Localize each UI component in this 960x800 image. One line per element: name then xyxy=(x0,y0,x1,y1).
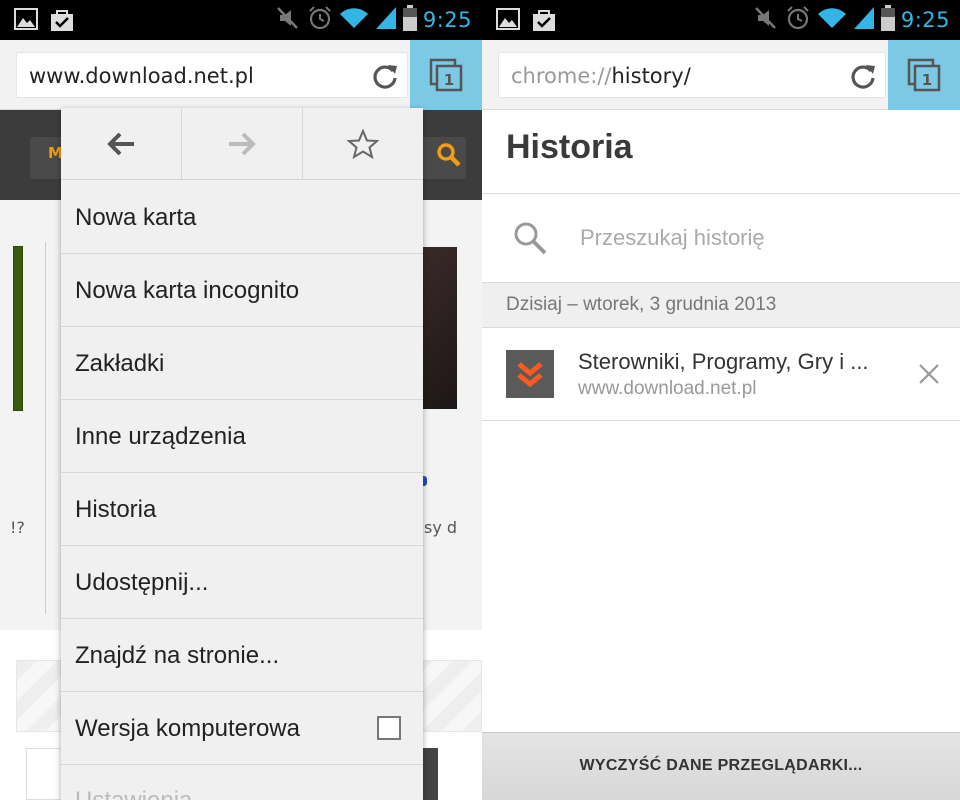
site-favicon xyxy=(506,350,554,398)
menu-item-bookmarks[interactable]: Zakładki xyxy=(61,327,423,400)
history-entry-url: www.download.net.pl xyxy=(578,378,757,399)
menu-item-label: Nowa karta xyxy=(75,204,197,231)
page-divider xyxy=(45,242,46,614)
tab-switcher-button[interactable]: 1 xyxy=(888,40,960,110)
history-entry[interactable]: Sterowniki, Programy, Gry i ... www.down… xyxy=(482,329,960,421)
menu-item-settings[interactable]: Ustawienia xyxy=(61,765,423,800)
omnibox-url[interactable]: chrome://history/ xyxy=(511,64,691,88)
alarm-icon xyxy=(785,5,811,35)
signal-icon xyxy=(853,6,875,34)
bookmark-star-button[interactable] xyxy=(303,108,423,179)
image-icon xyxy=(496,8,520,36)
menu-item-label: Historia xyxy=(75,496,157,523)
back-arrow-icon xyxy=(107,132,134,155)
omnibox-url[interactable]: www.download.net.pl xyxy=(29,64,254,88)
tab-switcher-icon: 1 xyxy=(429,58,463,92)
page-image-green xyxy=(13,246,23,411)
reload-icon[interactable] xyxy=(849,62,877,90)
forward-arrow-icon xyxy=(229,132,256,155)
image-icon xyxy=(14,8,38,36)
page-title: Historia xyxy=(506,128,633,166)
battery-icon xyxy=(402,5,417,35)
battery-icon xyxy=(880,5,895,35)
menu-item-label: Wersja komputerowa xyxy=(75,715,300,742)
tab-count: 1 xyxy=(444,71,454,89)
mute-icon xyxy=(275,5,301,35)
tab-switcher-icon: 1 xyxy=(907,58,941,92)
history-screen: 9:25 chrome://history/ 1 Historia Przesz… xyxy=(482,0,960,800)
shopping-bag-icon xyxy=(532,8,556,36)
overflow-menu: Nowa karta Nowa karta incognito Zakładki… xyxy=(61,108,423,800)
double-chevron-down-icon xyxy=(517,362,543,388)
menu-item-share[interactable]: Udostępnij... xyxy=(61,546,423,619)
clear-button-label: WYCZYŚĆ DANE PRZEGLĄDARKI... xyxy=(579,757,863,774)
menu-item-label: Ustawienia xyxy=(75,787,192,800)
menu-item-new-tab[interactable]: Nowa karta xyxy=(61,181,423,254)
omnibox[interactable]: www.download.net.pl xyxy=(16,52,408,98)
reload-icon[interactable] xyxy=(371,62,399,90)
menu-item-label: Nowa karta incognito xyxy=(75,277,300,304)
browser-toolbar: www.download.net.pl 1 xyxy=(0,40,482,110)
date-section-header: Dzisiaj – wtorek, 3 grudnia 2013 xyxy=(482,282,960,328)
wifi-icon xyxy=(817,6,847,34)
desktop-site-checkbox[interactable] xyxy=(377,716,401,740)
menu-item-label: Udostępnij... xyxy=(75,569,209,596)
history-entry-title: Sterowniki, Programy, Gry i ... xyxy=(578,349,869,374)
forward-button[interactable] xyxy=(182,108,303,179)
menu-nav-row xyxy=(61,108,423,180)
menu-item-history[interactable]: Historia xyxy=(61,473,423,546)
date-header-label: Dzisiaj – wtorek, 3 grudnia 2013 xyxy=(506,294,777,315)
url-path: history/ xyxy=(611,64,691,88)
browser-menu-screen: 9:25 www.download.net.pl 1 M !? sy d Now… xyxy=(0,0,482,800)
back-button[interactable] xyxy=(61,108,182,179)
search-icon[interactable] xyxy=(512,220,548,260)
menu-item-other-devices[interactable]: Inne urządzenia xyxy=(61,400,423,473)
menu-item-label: Znajdź na stronie... xyxy=(75,642,280,669)
menu-item-find-in-page[interactable]: Znajdź na stronie... xyxy=(61,619,423,692)
url-scheme: chrome:// xyxy=(511,64,612,88)
status-bar: 9:25 xyxy=(0,0,482,40)
tab-count: 1 xyxy=(922,71,932,89)
history-search-input[interactable]: Przeszukaj historię xyxy=(580,225,765,251)
clock: 9:25 xyxy=(900,8,950,32)
clear-browsing-data-button[interactable]: WYCZYŚĆ DANE PRZEGLĄDARKI... xyxy=(482,732,960,800)
menu-item-new-incognito-tab[interactable]: Nowa karta incognito xyxy=(61,254,423,327)
signal-icon xyxy=(375,6,397,34)
remove-entry-icon[interactable] xyxy=(918,363,940,389)
divider xyxy=(482,193,960,194)
wifi-icon xyxy=(339,6,369,34)
page-text-fragment-left: !? xyxy=(10,518,25,537)
clock: 9:25 xyxy=(422,8,472,32)
omnibox[interactable]: chrome://history/ xyxy=(498,52,886,98)
shopping-bag-icon xyxy=(50,8,74,36)
page-text-fragment-right: sy d xyxy=(424,518,458,537)
browser-toolbar: chrome://history/ 1 xyxy=(482,40,960,110)
status-bar: 9:25 xyxy=(482,0,960,40)
page-search-icon[interactable] xyxy=(436,142,462,172)
menu-item-request-desktop-site[interactable]: Wersja komputerowa xyxy=(61,692,423,765)
menu-item-label: Inne urządzenia xyxy=(75,423,246,450)
mute-icon xyxy=(753,5,779,35)
page-image-dark xyxy=(420,247,457,409)
alarm-icon xyxy=(307,5,333,35)
tab-switcher-button[interactable]: 1 xyxy=(410,40,482,110)
star-icon xyxy=(347,128,379,159)
menu-item-label: Zakładki xyxy=(75,350,165,377)
